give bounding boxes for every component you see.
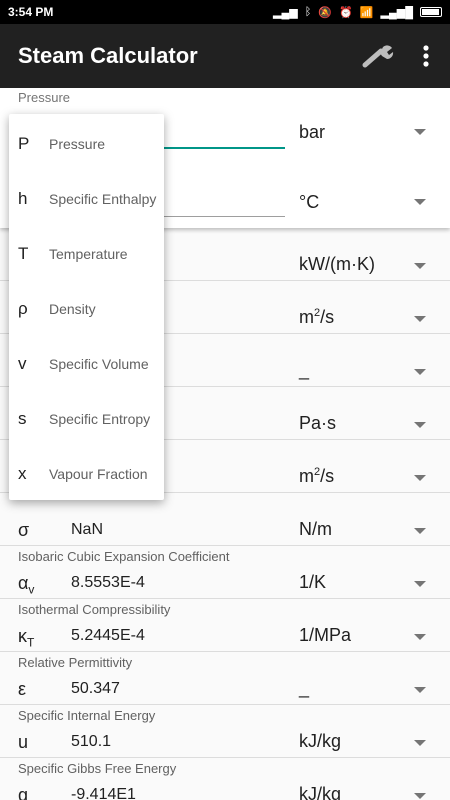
property-value: 510.1 — [71, 733, 112, 750]
bluetooth-icon: ᛒ — [304, 6, 312, 18]
second-unit-dropdown-icon[interactable] — [414, 199, 426, 205]
wifi-icon: 📶 — [359, 6, 374, 19]
menu-item-density[interactable]: ρ Density — [9, 281, 164, 336]
unit-select[interactable]: kJ/kg — [299, 784, 341, 800]
property-label: Isobaric Cubic Expansion Coefficient — [18, 549, 230, 564]
menu-item-temperature[interactable]: T Temperature — [9, 226, 164, 281]
unit-dropdown-icon[interactable] — [414, 528, 426, 534]
unit-dropdown-icon[interactable] — [414, 475, 426, 481]
unit-dropdown-icon[interactable] — [414, 316, 426, 322]
unit-dropdown-icon[interactable] — [414, 263, 426, 269]
menu-item-symbol: T — [18, 243, 29, 263]
menu-item-symbol: x — [18, 463, 27, 483]
property-select-menu: P Pressure h Specific Enthalpy T Tempera… — [9, 114, 164, 500]
symbol-sub: v — [28, 582, 35, 597]
menu-item-symbol: P — [18, 133, 30, 153]
menu-item-symbol: h — [18, 188, 28, 208]
app-actions — [354, 32, 450, 80]
menu-item-symbol: v — [18, 353, 27, 373]
property-value: -9.414E1 — [71, 786, 136, 800]
unit-tail: /s — [320, 466, 335, 486]
property-symbol: g — [18, 785, 29, 800]
battery-icon — [420, 7, 442, 17]
menu-item-symbol: s — [18, 408, 27, 428]
first-unit-dropdown-icon[interactable] — [414, 129, 426, 135]
symbol-sub: T — [27, 635, 35, 650]
result-row-permittivity: Relative Permittivity ε 50.347 _ — [0, 652, 450, 705]
unit-select[interactable]: Pa·s — [299, 413, 336, 434]
menu-item-name: Specific Entropy — [49, 410, 151, 427]
menu-item-symbol: ρ — [18, 298, 28, 318]
result-row-expansion-coefficient: Isobaric Cubic Expansion Coefficient αv … — [0, 546, 450, 599]
second-unit-select[interactable]: °C — [299, 192, 319, 213]
unit-select[interactable]: 1/MPa — [299, 625, 351, 646]
menu-item-name: Specific Enthalpy — [49, 190, 157, 207]
menu-item-name: Density — [49, 300, 96, 317]
unit-dropdown-icon[interactable] — [414, 581, 426, 587]
property-label: Specific Internal Energy — [18, 708, 156, 723]
unit-select[interactable]: 1/K — [299, 572, 326, 593]
unit-select[interactable]: kW/(m·K) — [299, 254, 375, 275]
property-symbol: ε — [18, 679, 27, 699]
unit-dropdown-icon[interactable] — [414, 422, 426, 428]
menu-item-name: Vapour Fraction — [49, 465, 148, 482]
unit-tail: /s — [320, 307, 335, 327]
menu-item-vapour-fraction[interactable]: x Vapour Fraction — [9, 446, 164, 501]
status-icons: ▂▄▆ ᛒ 🔕 ⏰ 📶 ▂▄▆█ — [273, 6, 442, 19]
property-label: Specific Gibbs Free Energy — [18, 761, 177, 776]
unit-select[interactable]: _ — [299, 678, 309, 699]
symbol-base: α — [18, 573, 29, 593]
unit-select[interactable]: N/m — [299, 519, 332, 540]
unit-select[interactable]: _ — [299, 360, 309, 381]
unit-dropdown-icon[interactable] — [414, 793, 426, 799]
symbol-base: κ — [18, 626, 27, 646]
property-symbol: σ — [18, 520, 30, 540]
unit-select[interactable]: m2/s — [299, 307, 334, 328]
first-input-field[interactable] — [150, 147, 285, 149]
unit-select[interactable]: m2/s — [299, 466, 334, 487]
property-symbol: κT — [18, 626, 34, 650]
result-row-compressibility: Isothermal Compressibility κT 5.2445E-4 … — [0, 599, 450, 652]
property-label: Relative Permittivity — [18, 655, 133, 670]
property-label: Isothermal Compressibility — [18, 602, 171, 617]
app-bar: Steam Calculator — [0, 24, 450, 88]
wrench-icon[interactable] — [354, 32, 402, 80]
status-time: 3:54 PM — [8, 5, 54, 19]
unit-dropdown-icon[interactable] — [414, 634, 426, 640]
menu-item-specific-entropy[interactable]: s Specific Entropy — [9, 391, 164, 446]
menu-item-name: Pressure — [49, 135, 106, 152]
mute-icon: 🔕 — [318, 6, 333, 19]
cell-signal-icon: ▂▄▆█ — [380, 6, 413, 19]
menu-item-specific-volume[interactable]: v Specific Volume — [9, 336, 164, 391]
property-symbol: u — [18, 732, 29, 752]
property-value: NaN — [71, 521, 104, 538]
property-value: 8.5553E-4 — [71, 574, 145, 591]
unit-dropdown-icon[interactable] — [414, 687, 426, 693]
result-row-gibbs-energy: Specific Gibbs Free Energy g -9.414E1 kJ… — [0, 758, 450, 800]
unit-base: m — [299, 307, 314, 327]
property-value: 5.2445E-4 — [71, 627, 145, 644]
unit-dropdown-icon[interactable] — [414, 369, 426, 375]
unit-base: m — [299, 466, 314, 486]
more-vert-icon[interactable] — [402, 32, 450, 80]
second-input-field[interactable] — [150, 216, 285, 217]
property-value: 50.347 — [71, 680, 120, 697]
signal-icon: ▂▄▆ — [273, 6, 298, 19]
menu-item-pressure[interactable]: P Pressure — [9, 116, 164, 171]
status-bar: 3:54 PM ▂▄▆ ᛒ 🔕 ⏰ 📶 ▂▄▆█ — [0, 0, 450, 24]
menu-item-name: Temperature — [49, 245, 128, 262]
unit-select[interactable]: kJ/kg — [299, 731, 341, 752]
app-title: Steam Calculator — [18, 43, 198, 68]
result-row-internal-energy: Specific Internal Energy u 510.1 kJ/kg — [0, 705, 450, 758]
first-unit-select[interactable]: bar — [299, 122, 325, 143]
property-symbol: αv — [18, 573, 34, 597]
first-input-label: Pressure — [18, 90, 71, 105]
menu-item-name: Specific Volume — [49, 355, 149, 372]
alarm-icon: ⏰ — [339, 6, 353, 19]
unit-dropdown-icon[interactable] — [414, 740, 426, 746]
menu-item-specific-enthalpy[interactable]: h Specific Enthalpy — [9, 171, 164, 226]
